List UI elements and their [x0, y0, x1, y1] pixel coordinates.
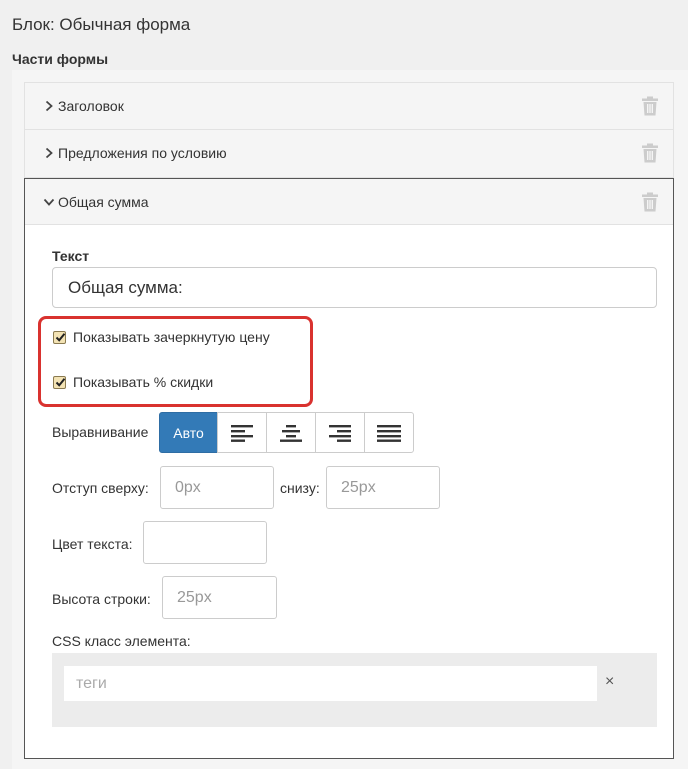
align-justify-button[interactable]: [364, 412, 414, 453]
line-height-input[interactable]: 25px: [162, 576, 277, 619]
text-color-label: Цвет текста:: [52, 536, 133, 552]
margin-bottom-placeholder: 25px: [341, 478, 376, 496]
form-part-conditional-offers[interactable]: Предложения по условию: [24, 129, 674, 178]
css-class-tags-box: теги ×: [52, 653, 657, 727]
form-part-header[interactable]: Заголовок: [25, 83, 673, 129]
form-part-label: Общая сумма: [58, 193, 149, 210]
highlight-box: [38, 316, 313, 407]
text-color-input[interactable]: [143, 521, 267, 564]
align-right-button[interactable]: [315, 412, 365, 453]
tags-input[interactable]: теги: [64, 666, 597, 701]
align-center-icon: [280, 424, 302, 442]
chevron-down-icon: [43, 198, 55, 206]
margin-bottom-input[interactable]: 25px: [326, 466, 440, 509]
form-part-label: Заголовок: [58, 98, 124, 114]
section-label: Части формы: [12, 51, 109, 67]
line-height-label: Высота строки:: [52, 591, 151, 607]
form-part-header[interactable]: Предложения по условию: [25, 130, 673, 176]
block-title: Блок: Обычная форма: [12, 15, 191, 34]
text-field-value: Общая сумма:: [68, 277, 183, 297]
text-label: Текст: [52, 248, 90, 264]
css-class-label: CSS класс элемента:: [52, 633, 191, 649]
trash-icon[interactable]: [641, 96, 659, 116]
align-justify-icon: [377, 424, 401, 442]
clear-tags-icon[interactable]: ×: [605, 673, 614, 691]
form-part-label: Предложения по условию: [58, 145, 227, 161]
align-left-icon: [231, 424, 253, 442]
margin-top-label: Отступ сверху:: [52, 480, 149, 496]
tags-placeholder: теги: [76, 674, 107, 692]
align-auto-button[interactable]: Авто: [159, 412, 218, 453]
margin-top-placeholder: 0px: [175, 478, 201, 496]
line-height-placeholder: 25px: [177, 588, 212, 606]
align-left-button[interactable]: [217, 412, 267, 453]
trash-icon[interactable]: [641, 192, 659, 212]
align-right-icon: [329, 424, 351, 442]
align-button-group: Авто: [159, 412, 414, 453]
trash-icon[interactable]: [641, 143, 659, 163]
chevron-right-icon: [45, 147, 53, 159]
chevron-right-icon: [45, 100, 53, 112]
align-label: Выравнивание: [52, 424, 149, 440]
margin-top-input[interactable]: 0px: [160, 466, 274, 509]
align-center-button[interactable]: [266, 412, 316, 453]
form-part-heading[interactable]: Заголовок: [24, 82, 674, 130]
form-part-header[interactable]: Общая сумма: [25, 179, 673, 225]
text-field[interactable]: Общая сумма:: [52, 267, 657, 308]
margin-bottom-label: снизу:: [280, 480, 320, 496]
